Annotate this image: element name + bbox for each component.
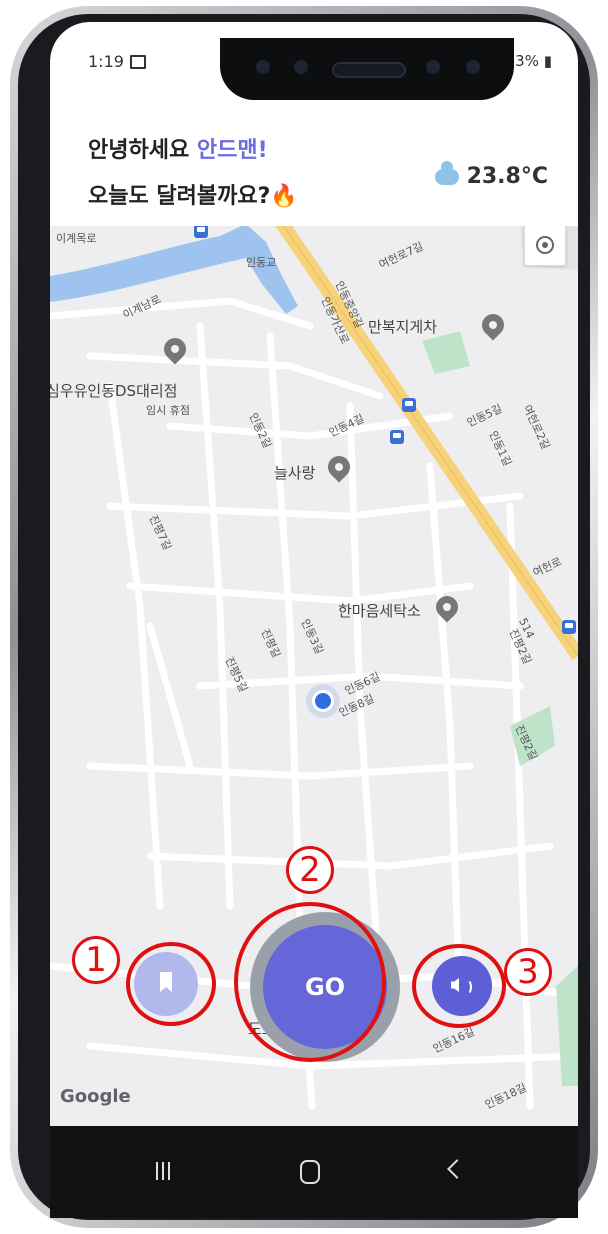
map-label: 늘사랑 <box>274 464 316 482</box>
camera-notch <box>220 38 514 100</box>
gallery-notification-icon <box>130 55 146 69</box>
weather-widget: 23.8°C <box>434 161 548 189</box>
recent-apps-button[interactable] <box>156 1162 170 1180</box>
app-screen: 1:19 .ıl 83% ▮ 안녕하세요 안드맨! 오늘도 달려볼까요?🔥 23… <box>50 22 578 1218</box>
annotation-ring-1 <box>126 942 216 1026</box>
sensor-dot <box>294 60 308 74</box>
camera-lens <box>466 60 480 74</box>
sensor-dot <box>256 60 270 74</box>
annotation-number-2: 2 <box>286 846 334 894</box>
greeting-line-1: 안녕하세요 안드맨! <box>88 132 268 164</box>
bus-stop-icon <box>562 620 576 634</box>
greeting-prefix: 안녕하세요 <box>88 138 190 163</box>
annotation-number-1: 1 <box>72 936 120 984</box>
crosshair-icon <box>536 236 554 254</box>
greeting-question: 오늘도 달려볼까요? <box>88 184 271 209</box>
bus-stop-icon <box>390 430 404 444</box>
battery-icon: ▮ <box>538 52 552 70</box>
google-logo: Google <box>60 1086 131 1107</box>
home-button[interactable] <box>300 1160 320 1184</box>
flame-icon: 🔥 <box>270 184 298 209</box>
back-button[interactable] <box>447 1159 467 1179</box>
android-nav-bar <box>50 1126 578 1218</box>
annotation-number-3: 3 <box>504 948 552 996</box>
map-label: 인동교 <box>246 256 277 269</box>
map-label: 이계목로 <box>56 232 97 245</box>
map-label: 심우유인동DS대리점 <box>50 382 178 400</box>
map-label: 한마음세탁소 <box>338 602 421 620</box>
speaker-grille <box>332 62 406 78</box>
bus-stop-icon <box>402 398 416 412</box>
status-time: 1:19 <box>88 52 124 71</box>
greeting-header: 안녕하세요 안드맨! 오늘도 달려볼까요?🔥 23.8°C <box>50 94 578 226</box>
greeting-line-2: 오늘도 달려볼까요?🔥 <box>88 178 298 210</box>
camera-lens <box>426 60 440 74</box>
current-location-dot <box>312 690 334 712</box>
my-location-button[interactable] <box>524 224 566 266</box>
bus-stop-icon <box>194 224 208 238</box>
annotation-ring-2 <box>234 902 386 1062</box>
annotation-ring-3 <box>412 944 506 1028</box>
cloud-rain-icon <box>434 161 459 185</box>
map-label: 만복지게차 <box>368 318 438 336</box>
user-name: 안드맨! <box>196 138 268 163</box>
map-label: 임시 휴점 <box>146 404 190 417</box>
temperature: 23.8°C <box>466 164 548 189</box>
